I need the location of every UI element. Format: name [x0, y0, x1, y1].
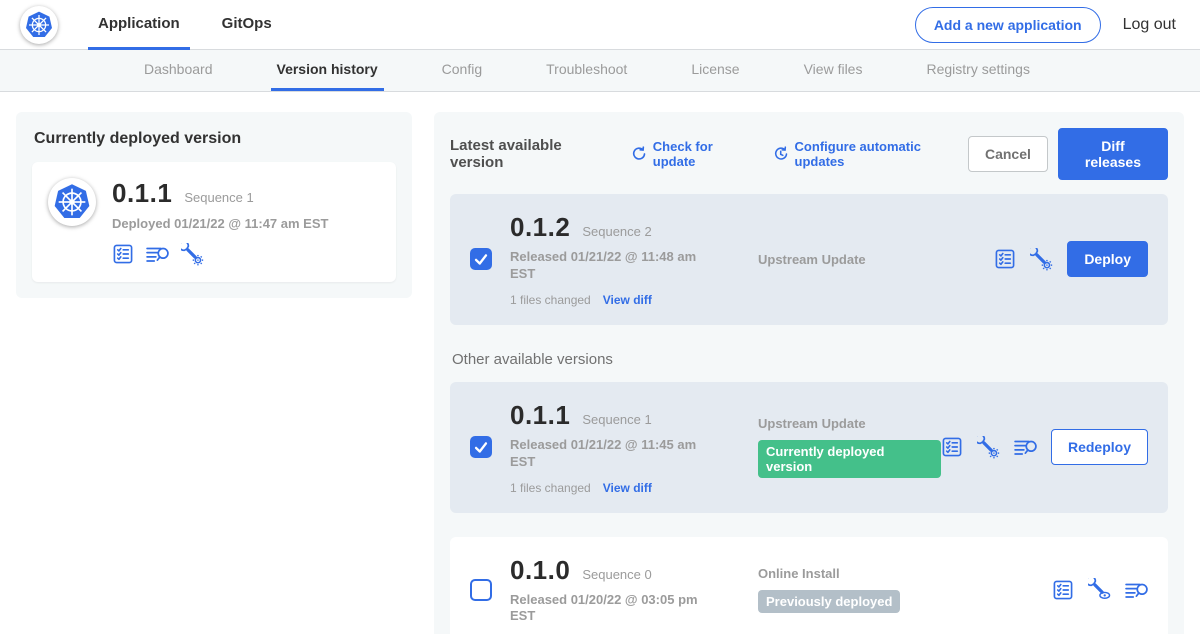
release-notes-icon[interactable] [1125, 581, 1148, 599]
edit-config-icon[interactable] [1030, 248, 1053, 271]
tab-troubleshoot[interactable]: Troubleshoot [540, 50, 633, 91]
view-diff-link[interactable]: View diff [603, 481, 652, 495]
preflight-checks-icon[interactable] [994, 248, 1016, 270]
sequence-label: Sequence 2 [582, 224, 651, 239]
sequence-label: Sequence 0 [582, 567, 651, 582]
deployed-version-number: 0.1.1 [112, 178, 172, 209]
tab-application[interactable]: Application [88, 0, 190, 50]
version-info: 0.1.1 Sequence 1 Released 01/21/22 @ 11:… [510, 400, 718, 495]
source-label: Upstream Update [758, 252, 994, 267]
previously-deployed-badge: Previously deployed [758, 590, 900, 613]
kubernetes-logo-icon [20, 6, 58, 44]
top-nav-actions: Add a new application Log out [915, 7, 1176, 43]
deployed-panel-title: Currently deployed version [34, 130, 396, 148]
version-card-0-1-1: 0.1.1 Sequence 1 Released 01/21/22 @ 11:… [450, 382, 1168, 513]
version-checkbox[interactable] [470, 579, 492, 601]
tab-view-files[interactable]: View files [798, 50, 869, 91]
view-config-icon[interactable] [1088, 578, 1111, 601]
files-changed-label: 1 files changed [510, 481, 591, 495]
cancel-button[interactable]: Cancel [968, 136, 1048, 172]
version-info: 0.1.0 Sequence 0 Released 01/20/22 @ 03:… [510, 555, 718, 626]
preflight-checks-icon[interactable] [112, 243, 134, 265]
release-notes-icon[interactable] [1014, 438, 1037, 456]
version-actions: Deploy [994, 241, 1148, 277]
source-label: Upstream Update [758, 416, 941, 431]
app-sub-nav: Dashboard Version history Config Trouble… [0, 50, 1200, 92]
tab-license[interactable]: License [685, 50, 745, 91]
view-diff-link[interactable]: View diff [603, 293, 652, 307]
version-card-0-1-0: 0.1.0 Sequence 0 Released 01/20/22 @ 03:… [450, 537, 1168, 634]
diff-releases-button[interactable]: Diff releases [1058, 128, 1168, 180]
tab-registry-settings[interactable]: Registry settings [920, 50, 1035, 91]
top-nav-bar: Application GitOps Add a new application… [0, 0, 1200, 50]
tab-version-history[interactable]: Version history [271, 50, 384, 91]
check-for-update-link[interactable]: Check for update [631, 139, 755, 169]
check-update-icon [631, 146, 646, 162]
release-notes-icon[interactable] [146, 245, 169, 263]
logout-link[interactable]: Log out [1123, 16, 1176, 34]
redeploy-button[interactable]: Redeploy [1051, 429, 1148, 465]
edit-config-icon[interactable] [181, 243, 204, 266]
released-timestamp: Released 01/20/22 @ 03:05 pm EST [510, 592, 706, 626]
latest-version-header: Latest available version Check for updat… [450, 128, 1168, 180]
add-new-application-button[interactable]: Add a new application [915, 7, 1101, 43]
deployed-version-info: 0.1.1 Sequence 1 Deployed 01/21/22 @ 11:… [112, 178, 328, 266]
version-actions: Redeploy [941, 429, 1148, 465]
version-source: Upstream Update [758, 252, 994, 267]
sequence-label: Sequence 1 [582, 412, 651, 427]
version-number: 0.1.1 [510, 400, 570, 431]
top-nav-tabs: Application GitOps [88, 0, 304, 50]
deployed-version-card: 0.1.1 Sequence 1 Deployed 01/21/22 @ 11:… [32, 162, 396, 282]
edit-config-icon[interactable] [977, 436, 1000, 459]
auto-update-icon [773, 146, 788, 162]
version-number: 0.1.2 [510, 212, 570, 243]
released-timestamp: Released 01/21/22 @ 11:48 am EST [510, 249, 706, 283]
tab-dashboard[interactable]: Dashboard [138, 50, 219, 91]
version-card-0-1-2: 0.1.2 Sequence 2 Released 01/21/22 @ 11:… [450, 194, 1168, 325]
version-info: 0.1.2 Sequence 2 Released 01/21/22 @ 11:… [510, 212, 718, 307]
main-content: Currently deployed version 0.1.1 Sequenc… [0, 92, 1200, 634]
deployed-timestamp: Deployed 01/21/22 @ 11:47 am EST [112, 216, 328, 233]
preflight-checks-icon[interactable] [1052, 579, 1074, 601]
app-logo-icon [48, 178, 96, 226]
deploy-button[interactable]: Deploy [1067, 241, 1148, 277]
latest-version-title: Latest available version [450, 137, 613, 171]
version-actions [1052, 578, 1148, 601]
currently-deployed-badge: Currently deployed version [758, 440, 941, 478]
version-source: Upstream Update Currently deployed versi… [758, 416, 941, 478]
version-checkbox[interactable] [470, 436, 492, 458]
version-number: 0.1.0 [510, 555, 570, 586]
deployed-sequence-label: Sequence 1 [184, 190, 253, 205]
source-label: Online Install [758, 566, 1052, 581]
other-versions-title: Other available versions [452, 351, 1168, 368]
version-source: Online Install Previously deployed [758, 566, 1052, 613]
released-timestamp: Released 01/21/22 @ 11:45 am EST [510, 437, 706, 471]
preflight-checks-icon[interactable] [941, 436, 963, 458]
tab-config[interactable]: Config [436, 50, 488, 91]
files-changed-label: 1 files changed [510, 293, 591, 307]
configure-automatic-updates-link[interactable]: Configure automatic updates [773, 139, 968, 169]
currently-deployed-panel: Currently deployed version 0.1.1 Sequenc… [16, 112, 412, 298]
tab-gitops[interactable]: GitOps [212, 0, 282, 50]
version-checkbox[interactable] [470, 248, 492, 270]
version-history-panel: Latest available version Check for updat… [434, 112, 1184, 634]
